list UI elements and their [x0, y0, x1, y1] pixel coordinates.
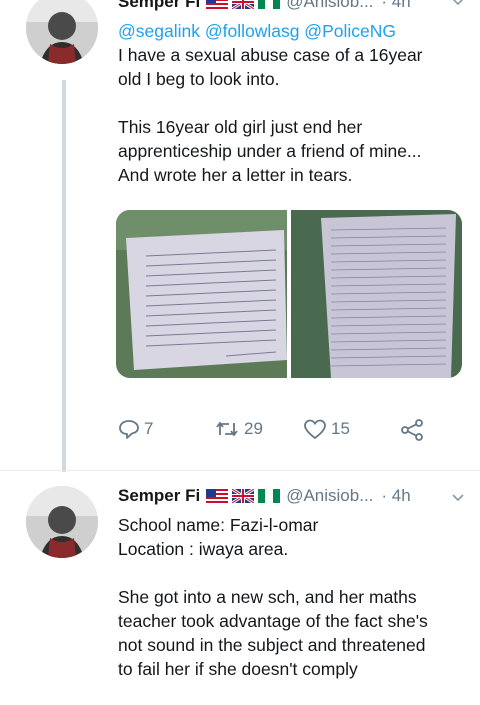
tweet-header: Semper Fi @Anisiob... · 4h: [118, 486, 411, 506]
thread-line: [62, 80, 66, 472]
tweet-actions: 7 29 15: [118, 418, 460, 448]
retweet-count: 29: [244, 419, 263, 438]
timestamp[interactable]: · 4h: [381, 0, 410, 12]
display-name[interactable]: Semper Fi: [118, 0, 200, 12]
text-line: old I beg to look into.: [118, 69, 280, 89]
tweet-header: Semper Fi @Anisiob... · 4h: [118, 0, 411, 12]
chevron-down-icon[interactable]: [450, 490, 466, 506]
text-line: This 16year old girl just end her: [118, 117, 363, 137]
avatar[interactable]: [26, 486, 98, 558]
letter-photo-2[interactable]: [291, 210, 462, 378]
text-line: She got into a new sch, and her maths: [118, 587, 417, 607]
retweet-button[interactable]: 29: [214, 418, 263, 440]
reply-icon: [119, 420, 139, 439]
text-line: I have a sexual abuse case of a 16year: [118, 45, 423, 65]
retweet-icon: [216, 421, 238, 437]
share-button[interactable]: [400, 418, 424, 442]
mentions[interactable]: @segalink @followlasg @PoliceNG: [118, 19, 464, 43]
share-icon: [401, 419, 423, 441]
text-line: not sound in the subject and threatened: [118, 635, 426, 655]
text-line: apprenticeship under a friend of mine...: [118, 141, 422, 161]
chevron-down-icon[interactable]: [450, 0, 466, 10]
flag-emojis: [206, 489, 281, 503]
text-line: Location : iwaya area.: [118, 539, 289, 559]
nigeria-flag-icon: [258, 489, 281, 503]
tweet-text: @segalink @followlasg @PoliceNG I have a…: [118, 19, 464, 187]
us-flag-icon: [206, 489, 229, 503]
heart-icon: [304, 419, 326, 440]
text-line: [118, 561, 464, 585]
reply-button[interactable]: 7: [118, 418, 153, 440]
flag-emojis: [206, 0, 281, 9]
handle[interactable]: @Anisiob...: [286, 0, 373, 12]
uk-flag-icon: [232, 0, 255, 9]
tweet-text: School name: Fazi-l-omar Location : iway…: [118, 513, 464, 681]
letter-photo-1[interactable]: [116, 210, 287, 378]
us-flag-icon: [206, 0, 229, 9]
like-count: 15: [331, 419, 350, 438]
media-grid: [116, 210, 462, 378]
reply-count: 7: [144, 419, 154, 438]
nigeria-flag-icon: [258, 0, 281, 9]
like-button[interactable]: 15: [303, 418, 350, 440]
text-line: [118, 91, 464, 115]
avatar[interactable]: [26, 0, 98, 64]
text-line: to fail her if she doesn't comply: [118, 659, 358, 679]
text-line: School name: Fazi-l-omar: [118, 515, 319, 535]
timestamp[interactable]: · 4h: [381, 486, 410, 506]
handle[interactable]: @Anisiob...: [286, 486, 373, 506]
text-line: teacher took advantage of the fact she's: [118, 611, 428, 631]
uk-flag-icon: [232, 489, 255, 503]
text-line: And wrote her a letter in tears.: [118, 165, 353, 185]
tweet-divider: [0, 470, 480, 471]
display-name[interactable]: Semper Fi: [118, 486, 200, 506]
